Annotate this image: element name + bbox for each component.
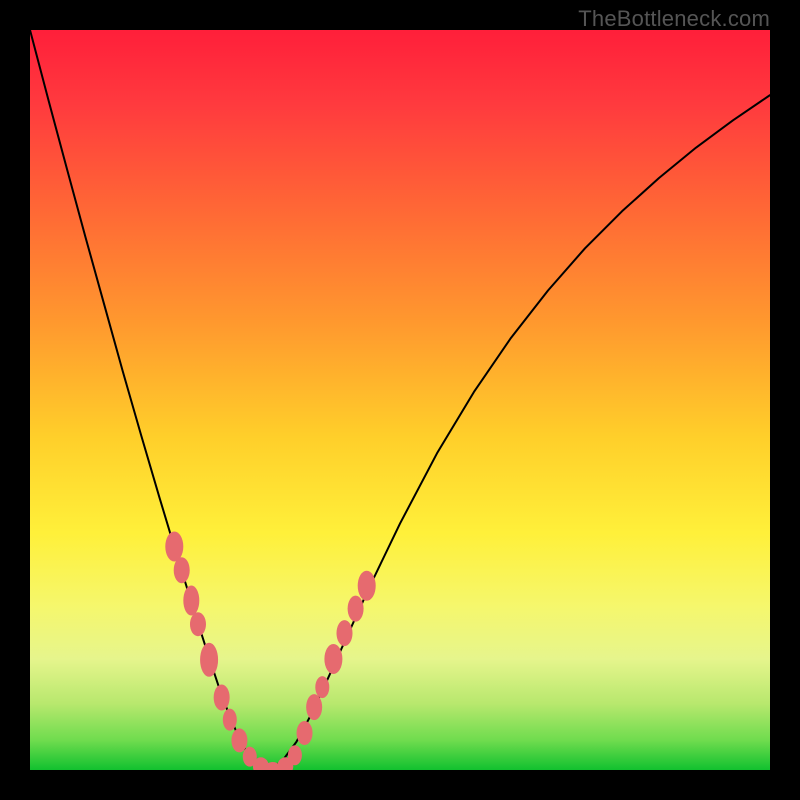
marker-16 — [324, 644, 342, 674]
chart-svg — [30, 30, 770, 770]
marker-5 — [214, 684, 230, 710]
marker-13 — [297, 721, 313, 745]
markers-group — [165, 532, 375, 770]
marker-17 — [337, 620, 353, 646]
marker-18 — [348, 596, 364, 622]
watermark-text: TheBottleneck.com — [578, 6, 770, 32]
marker-15 — [315, 676, 329, 698]
marker-19 — [358, 571, 376, 601]
marker-0 — [165, 532, 183, 562]
marker-3 — [190, 612, 206, 636]
marker-2 — [183, 586, 199, 616]
marker-6 — [223, 709, 237, 731]
marker-7 — [231, 728, 247, 752]
marker-12 — [288, 745, 302, 765]
bottleneck-curve — [30, 30, 770, 770]
marker-14 — [306, 694, 322, 720]
marker-4 — [200, 643, 218, 677]
chart-frame: TheBottleneck.com — [0, 0, 800, 800]
plot-area — [30, 30, 770, 770]
marker-1 — [174, 557, 190, 583]
